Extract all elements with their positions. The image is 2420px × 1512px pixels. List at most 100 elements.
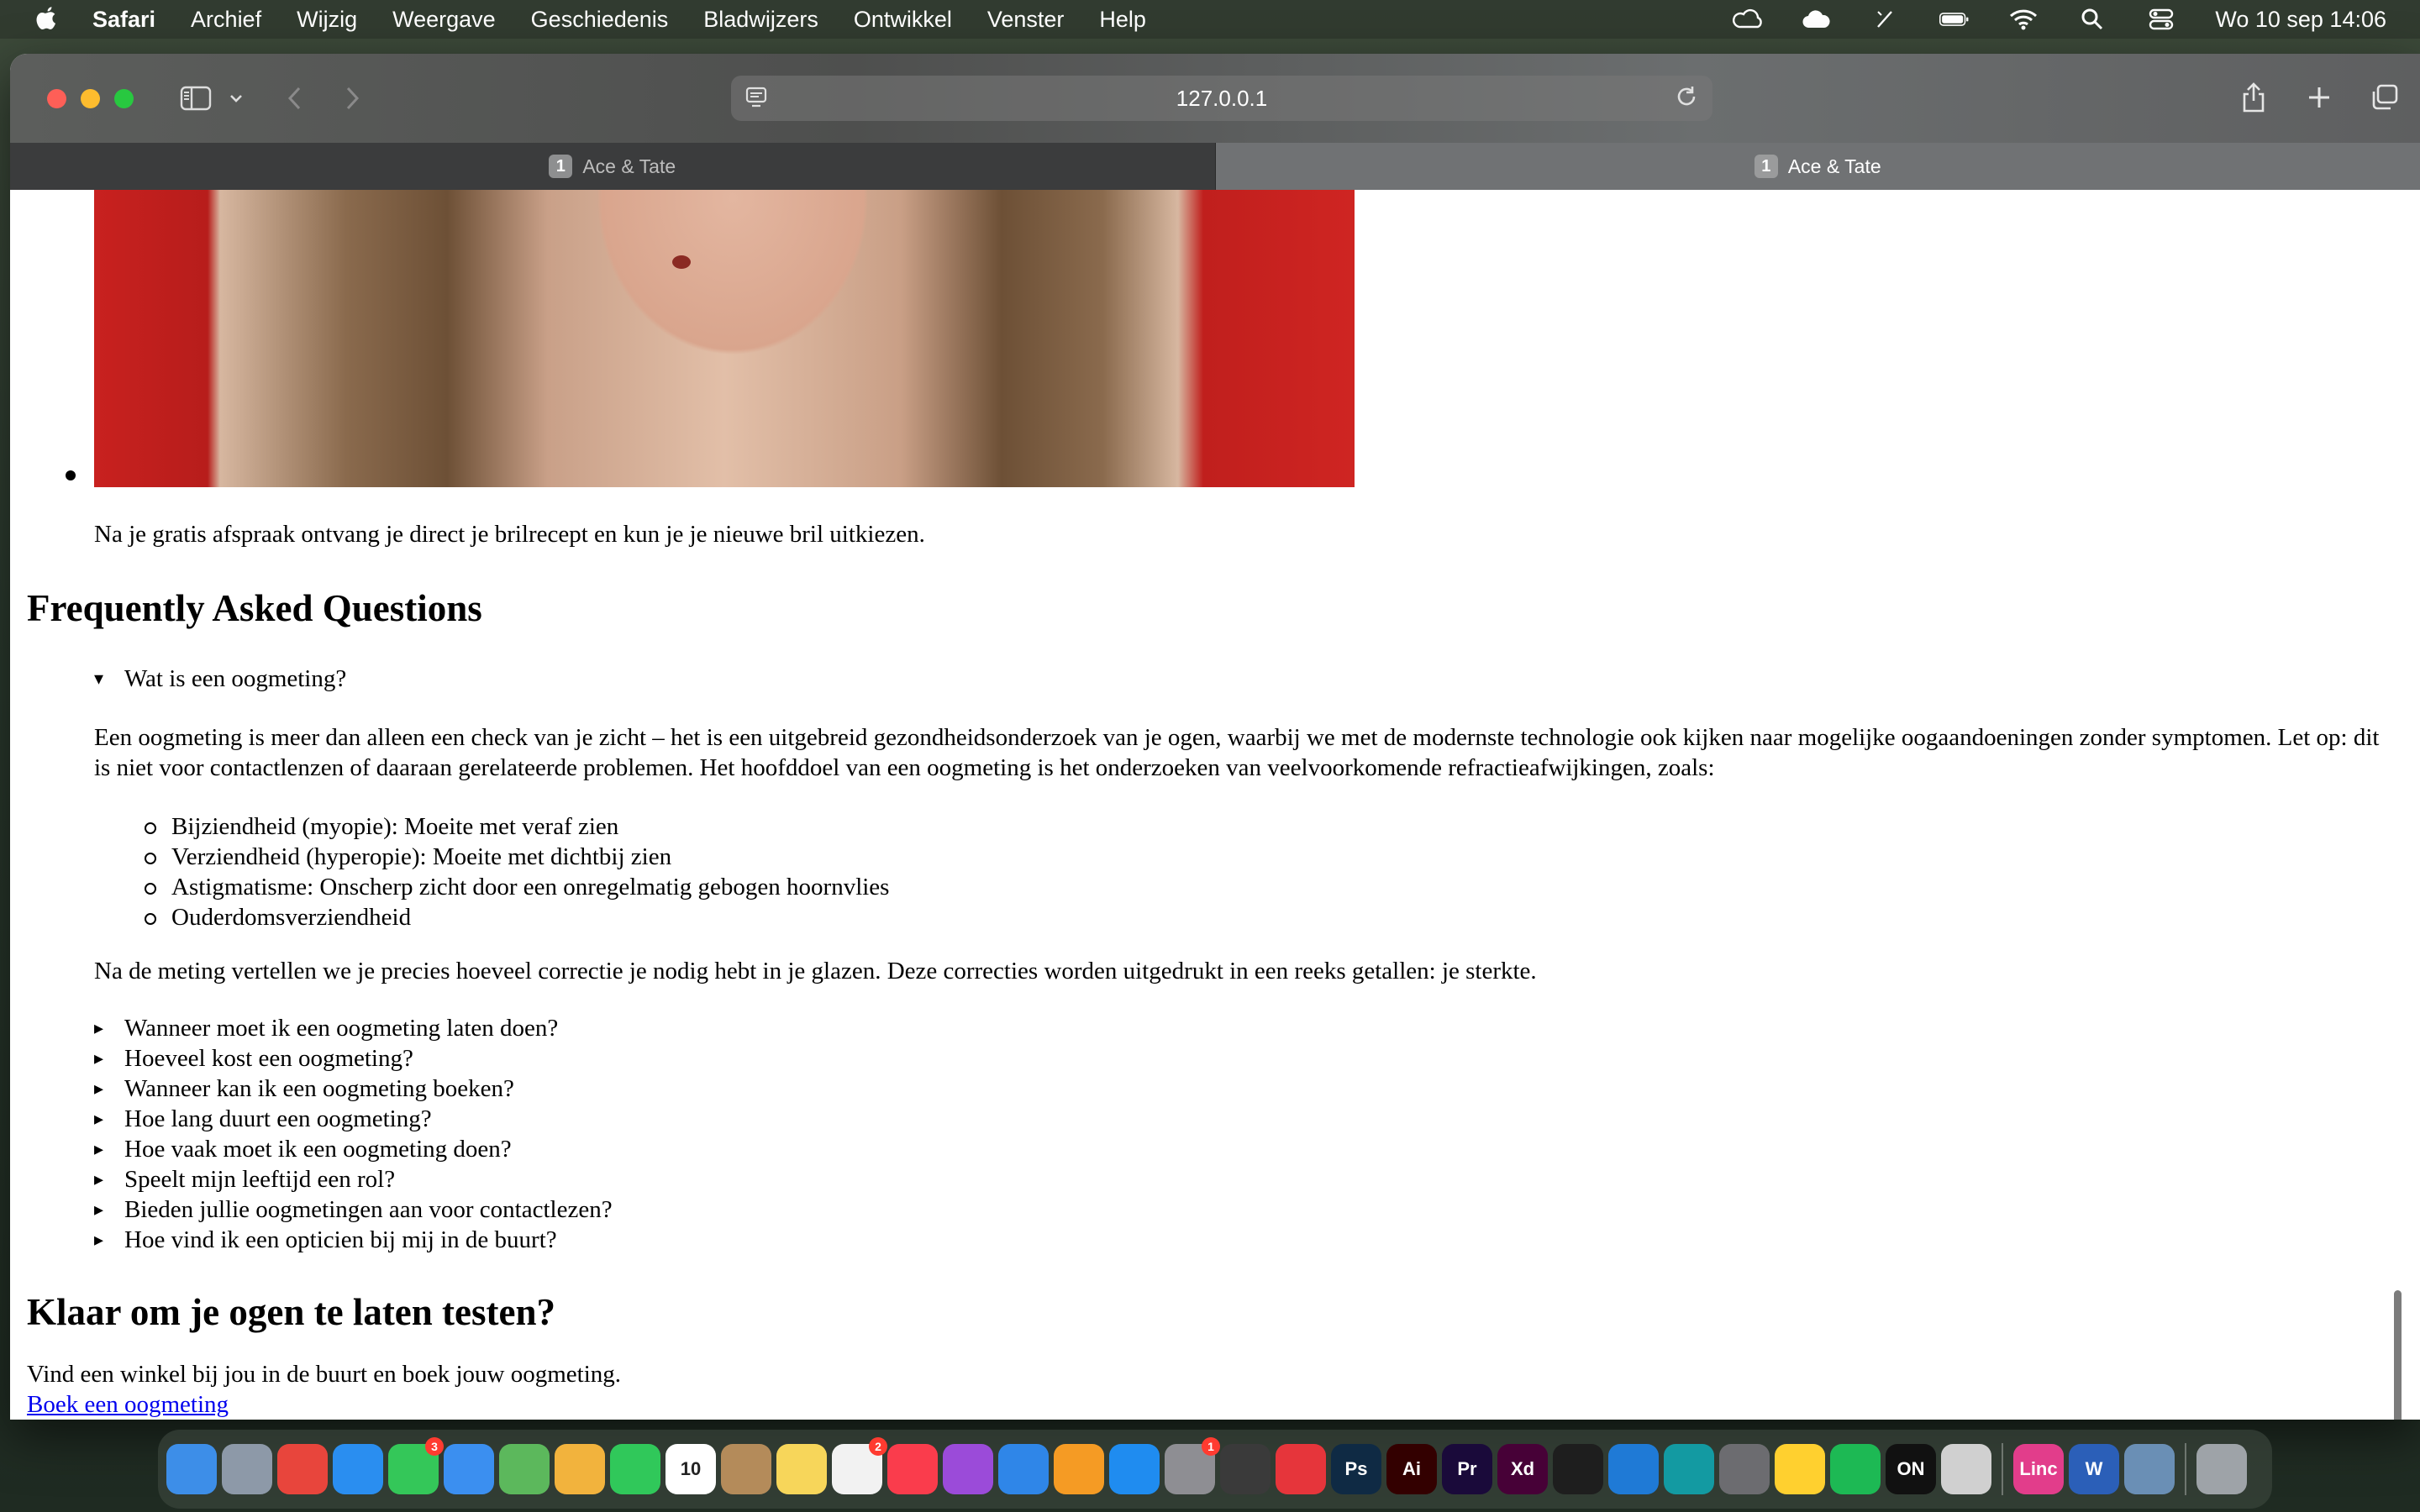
linc-icon[interactable]: Linc (2013, 1444, 2064, 1494)
faq-question-text[interactable]: Hoe vind ik een opticien bij mij in de b… (124, 1225, 557, 1255)
trash-icon[interactable] (2196, 1444, 2247, 1494)
menu-app-name[interactable]: Safari (92, 7, 155, 33)
menu-bladwijzers[interactable]: Bladwijzers (703, 7, 818, 33)
contacts-icon[interactable] (721, 1444, 771, 1494)
xd-icon[interactable]: Xd (1497, 1444, 1548, 1494)
disclosure-open-icon[interactable]: ▾ (94, 664, 124, 694)
disclosure-closed-icon[interactable]: ▸ (94, 1043, 124, 1074)
calendar-icon[interactable]: 10 (666, 1444, 716, 1494)
faq-question-closed[interactable]: ▸ Hoe vaak moet ik een oogmeting doen? (94, 1134, 613, 1164)
facetime-icon[interactable] (610, 1444, 660, 1494)
faq-question-closed[interactable]: ▸ Hoe vind ik een opticien bij mij in de … (94, 1225, 613, 1255)
tab-group-chevron-down-icon[interactable] (218, 80, 255, 117)
pen-tool-icon[interactable] (1870, 8, 1901, 31)
faq-question-closed[interactable]: ▸ Speelt mijn leeftijd een rol? (94, 1164, 613, 1194)
faq-question-closed[interactable]: ▸ Hoeveel kost een oogmeting? (94, 1043, 613, 1074)
tab-1[interactable]: 1 Ace & Tate (10, 143, 1216, 190)
reload-icon[interactable] (1672, 84, 1701, 113)
faq-question-text[interactable]: Hoeveel kost een oogmeting? (124, 1043, 413, 1074)
faq-question-text[interactable]: Hoe lang duurt een oogmeting? (124, 1104, 432, 1134)
faq-question-closed[interactable]: ▸ Wanneer moet ik een oogmeting laten doe… (94, 1013, 613, 1043)
chrome-icon[interactable] (277, 1444, 328, 1494)
menu-weergave[interactable]: Weergave (392, 7, 496, 33)
spotify-icon[interactable] (1830, 1444, 1881, 1494)
vscode-icon[interactable] (1608, 1444, 1659, 1494)
share-icon[interactable] (2235, 79, 2272, 116)
faq-open-item[interactable]: ▾ Wat is een oogmeting? (94, 664, 346, 694)
notes-icon[interactable] (776, 1444, 827, 1494)
disclosure-closed-icon[interactable]: ▸ (94, 1194, 124, 1225)
address-bar[interactable]: 127.0.0.1 (731, 76, 1712, 121)
messages-icon[interactable]: 3 (388, 1437, 444, 1494)
unity-icon[interactable] (1719, 1444, 1770, 1494)
menu-ontwikkel[interactable]: Ontwikkel (854, 7, 952, 33)
faq-question-closed[interactable]: ▸ Bieden jullie oogmetingen aan voor cont… (94, 1194, 613, 1225)
page-scrollbar[interactable] (2391, 1290, 2405, 1420)
faq-question-text[interactable]: Wanneer kan ik een oogmeting boeken? (124, 1074, 514, 1104)
url-text[interactable]: 127.0.0.1 (1176, 86, 1267, 112)
faq-question-text[interactable]: Wat is een oogmeting? (124, 664, 346, 694)
mail-icon[interactable] (444, 1444, 494, 1494)
disclosure-closed-icon[interactable]: ▸ (94, 1164, 124, 1194)
maps-icon[interactable] (499, 1444, 550, 1494)
minimize-window-button[interactable] (81, 88, 100, 108)
pages-icon[interactable] (1054, 1444, 1104, 1494)
tab-2-active[interactable]: 1 Ace & Tate (1215, 143, 2420, 190)
control-center-icon[interactable] (2146, 8, 2176, 31)
figma-icon[interactable] (1553, 1444, 1603, 1494)
safari-icon[interactable] (333, 1444, 383, 1494)
spotlight-search-icon[interactable] (2077, 8, 2107, 31)
preview-icon[interactable] (2124, 1444, 2175, 1494)
notion-icon[interactable] (1941, 1444, 1991, 1494)
photos-icon[interactable] (555, 1444, 605, 1494)
disclosure-closed-icon[interactable]: ▸ (94, 1225, 124, 1255)
menu-archief[interactable]: Archief (191, 7, 261, 33)
menubar-clock[interactable]: Wo 10 sep 14:06 (2215, 7, 2386, 33)
launchpad-icon[interactable] (222, 1444, 272, 1494)
icloud-icon[interactable] (1802, 8, 1832, 31)
page-settings-icon[interactable] (744, 86, 770, 111)
menu-wijzig[interactable]: Wijzig (297, 7, 357, 33)
faq-question-text[interactable]: Speelt mijn leeftijd een rol? (124, 1164, 395, 1194)
illustrator-icon[interactable]: Ai (1386, 1444, 1437, 1494)
disclosure-closed-icon[interactable]: ▸ (94, 1074, 124, 1104)
book-appointment-link[interactable]: Boek een oogmeting (27, 1391, 229, 1418)
close-window-button[interactable] (47, 88, 66, 108)
music-icon[interactable] (887, 1444, 938, 1494)
podcasts-icon[interactable] (943, 1444, 993, 1494)
app-store-icon[interactable] (1109, 1444, 1160, 1494)
faq-question-text[interactable]: Bieden jullie oogmetingen aan voor conta… (124, 1194, 613, 1225)
scrollbar-thumb[interactable] (2394, 1290, 2402, 1420)
arduino-icon[interactable] (1664, 1444, 1714, 1494)
fullscreen-window-button[interactable] (114, 88, 134, 108)
tab-overview-icon[interactable] (2366, 79, 2403, 116)
apple-menu-icon[interactable] (34, 6, 59, 33)
wifi-icon[interactable] (2008, 8, 2039, 31)
system-settings-icon[interactable]: 1 (1165, 1437, 1220, 1494)
back-arrow-icon[interactable] (276, 80, 313, 117)
premiere-icon[interactable]: Pr (1442, 1444, 1492, 1494)
faq-question-text[interactable]: Wanneer moet ik een oogmeting laten doen… (124, 1013, 558, 1043)
keynote-icon[interactable] (998, 1444, 1049, 1494)
creative-cloud-status-icon[interactable] (1733, 8, 1763, 31)
faq-question-closed[interactable]: ▸ Hoe lang duurt een oogmeting? (94, 1104, 613, 1134)
disclosure-closed-icon[interactable]: ▸ (94, 1013, 124, 1043)
faq-question-text[interactable]: Hoe vaak moet ik een oogmeting doen? (124, 1134, 512, 1164)
forward-arrow-icon[interactable] (334, 80, 371, 117)
finder-icon[interactable] (166, 1444, 217, 1494)
disclosure-closed-icon[interactable]: ▸ (94, 1134, 124, 1164)
faq-question-closed[interactable]: ▸ Wanneer kan ik een oogmeting boeken? (94, 1074, 613, 1104)
sidebar-toggle-icon[interactable] (177, 80, 214, 117)
word-icon[interactable]: W (2069, 1444, 2119, 1494)
menu-geschiedenis[interactable]: Geschiedenis (531, 7, 669, 33)
new-tab-plus-icon[interactable] (2301, 79, 2338, 116)
menu-venster[interactable]: Venster (987, 7, 1065, 33)
garageband-icon[interactable] (1220, 1444, 1270, 1494)
disclosure-closed-icon[interactable]: ▸ (94, 1104, 124, 1134)
miro-icon[interactable] (1775, 1444, 1825, 1494)
reminders-icon[interactable]: 2 (832, 1437, 887, 1494)
creative-cloud-icon[interactable] (1276, 1444, 1326, 1494)
on-icon[interactable]: ON (1886, 1444, 1936, 1494)
faq-question-open[interactable]: ▾ Wat is een oogmeting? (94, 664, 346, 694)
menu-help[interactable]: Help (1099, 7, 1146, 33)
